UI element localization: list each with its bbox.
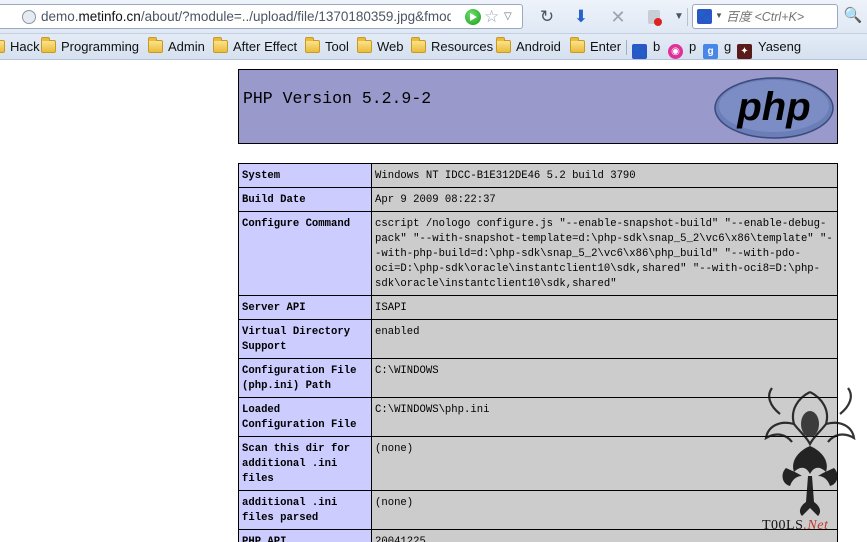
bookmark-label: Web	[377, 39, 404, 54]
bookmark-label: Hack	[10, 39, 40, 54]
table-row: additional .ini files parsed (none)	[238, 490, 838, 530]
table-row: Virtual Directory Support enabled	[238, 319, 838, 359]
table-row: PHP API 20041225	[238, 529, 838, 542]
bookmark-link-b[interactable]: 🐾 b	[632, 38, 661, 59]
stop-icon[interactable]: ✕	[607, 6, 629, 28]
info-key: Configure Command	[238, 211, 372, 296]
folder-icon	[41, 37, 56, 53]
info-key: System	[238, 163, 372, 188]
bookmark-folder-admin[interactable]: Admin	[148, 37, 205, 56]
bookmark-folder-hack[interactable]: Hack	[0, 38, 40, 56]
info-value: Apr 9 2009 08:22:37	[371, 187, 838, 212]
folder-icon	[213, 37, 228, 53]
download-arrow-icon[interactable]: ⬇	[570, 6, 592, 28]
toolbar-separator	[687, 8, 688, 26]
php-logo-text: php	[736, 85, 810, 129]
reload-icon[interactable]: ↻	[536, 6, 558, 28]
info-key: Configuration File (php.ini) Path	[238, 358, 372, 398]
bookmark-separator	[626, 40, 627, 55]
php-info-table: System Windows NT IDCC-B1E312DE46 5.2 bui…	[238, 163, 838, 542]
site-globe-icon[interactable]	[22, 10, 36, 24]
bookmark-label: Resources	[431, 39, 494, 54]
bookmark-label: Yaseng	[758, 39, 802, 54]
bookmark-folder-enter[interactable]: Enter	[570, 37, 622, 56]
bookmark-folder-tool[interactable]: Tool	[305, 37, 349, 56]
table-row: Scan this dir for additional .ini files(…	[238, 436, 838, 491]
baidu-paw-icon: 🐾	[632, 44, 647, 59]
bookmark-label: Tool	[325, 39, 349, 54]
info-key: Loaded Configuration File	[238, 397, 372, 437]
search-magnifier-icon[interactable]: 🔍	[843, 6, 863, 26]
table-row: Build Date Apr 9 2009 08:22:37	[238, 187, 838, 212]
info-key: Virtual Directory Support	[238, 319, 372, 359]
bookmark-link-p[interactable]: ◉ p	[668, 38, 697, 59]
bookmark-star-icon[interactable]: ☆	[484, 7, 499, 26]
bookmark-label: Enter	[590, 39, 622, 54]
navigation-toolbar: demo.metinfo.cn/about/?module=../upload/…	[0, 0, 867, 34]
bookmark-label: Admin	[168, 39, 205, 54]
bookmark-label: Android	[516, 39, 561, 54]
folder-icon	[148, 37, 163, 53]
bookmark-folder-web[interactable]: Web	[357, 37, 404, 56]
search-input[interactable]	[726, 8, 834, 26]
go-arrow-icon[interactable]	[465, 9, 481, 25]
folder-icon	[496, 37, 511, 53]
info-value: Windows NT IDCC-B1E312DE46 5.2 build 379…	[371, 163, 838, 188]
bookmark-label: b	[653, 39, 661, 54]
watermark-main-text: T00LS	[762, 518, 804, 533]
table-row: Loaded Configuration File C:\WINDOWS\php.…	[238, 397, 838, 437]
page-title: PHP Version 5.2.9-2	[243, 89, 432, 108]
bookmark-label: Programming	[61, 39, 140, 54]
bookmark-link-g[interactable]: gg	[703, 38, 732, 59]
folder-icon	[305, 37, 320, 53]
addon-flag-icon[interactable]	[643, 6, 665, 28]
folder-icon	[570, 37, 585, 53]
info-value: enabled	[371, 319, 838, 359]
table-row: System Windows NT IDCC-B1E312DE46 5.2 bui…	[238, 163, 838, 188]
bookmark-link-yaseng[interactable]: ✦ Yaseng	[737, 38, 802, 59]
info-key: Server API	[238, 295, 372, 320]
bookmark-folder-after-effect[interactable]: After Effect	[213, 37, 298, 56]
bookmark-label: p	[689, 39, 697, 54]
info-key: PHP API	[238, 529, 372, 542]
url-path: /about/?module=../upload/file/1370180359…	[140, 9, 451, 24]
url-text[interactable]: demo.metinfo.cn/about/?module=../upload/…	[41, 9, 451, 24]
yaseng-avatar-icon: ✦	[737, 44, 752, 59]
url-domain: metinfo.cn	[78, 9, 141, 24]
search-bar[interactable]: 🐾 ▼	[692, 4, 838, 29]
info-value: ISAPI	[371, 295, 838, 320]
url-history-dropdown-icon[interactable]: ▽	[504, 11, 512, 22]
baidu-paw-icon[interactable]: 🐾	[697, 9, 712, 24]
google-g-icon: g	[703, 44, 718, 59]
info-key: additional .ini files parsed	[238, 490, 372, 530]
bookmark-folder-resources[interactable]: Resources	[411, 37, 494, 56]
php-version-header: PHP Version 5.2.9-2 php	[238, 69, 838, 144]
info-key: Build Date	[238, 187, 372, 212]
search-engine-dropdown-icon[interactable]: ▼	[715, 11, 723, 20]
php-logo-icon[interactable]: php	[713, 76, 835, 140]
folder-icon	[0, 40, 5, 53]
table-row: Configure Command cscript /nologo configu…	[238, 211, 838, 296]
bookmark-folder-programming[interactable]: Programming	[41, 37, 140, 56]
info-value: cscript /nologo configure.js "--enable-s…	[371, 211, 838, 296]
bookmark-label: g	[724, 39, 732, 54]
folder-icon	[357, 37, 372, 53]
bookmark-folder-android[interactable]: Android	[496, 37, 561, 56]
watermark-suffix-text: .Net	[803, 518, 829, 533]
address-bar[interactable]: demo.metinfo.cn/about/?module=../upload/…	[0, 4, 523, 29]
table-row: Configuration File (php.ini) Path C:\WIND…	[238, 358, 838, 398]
info-key: Scan this dir for additional .ini files	[238, 436, 372, 491]
pink-circle-icon: ◉	[668, 44, 683, 59]
folder-icon	[411, 37, 426, 53]
watermark-text: T00LS.Net	[762, 518, 828, 534]
table-row: Server API ISAPI	[238, 295, 838, 320]
bookmarks-toolbar: Hack Programming Admin After Effect Tool…	[0, 34, 867, 60]
url-prefix: demo.	[41, 9, 79, 24]
bookmark-label: After Effect	[233, 39, 298, 54]
